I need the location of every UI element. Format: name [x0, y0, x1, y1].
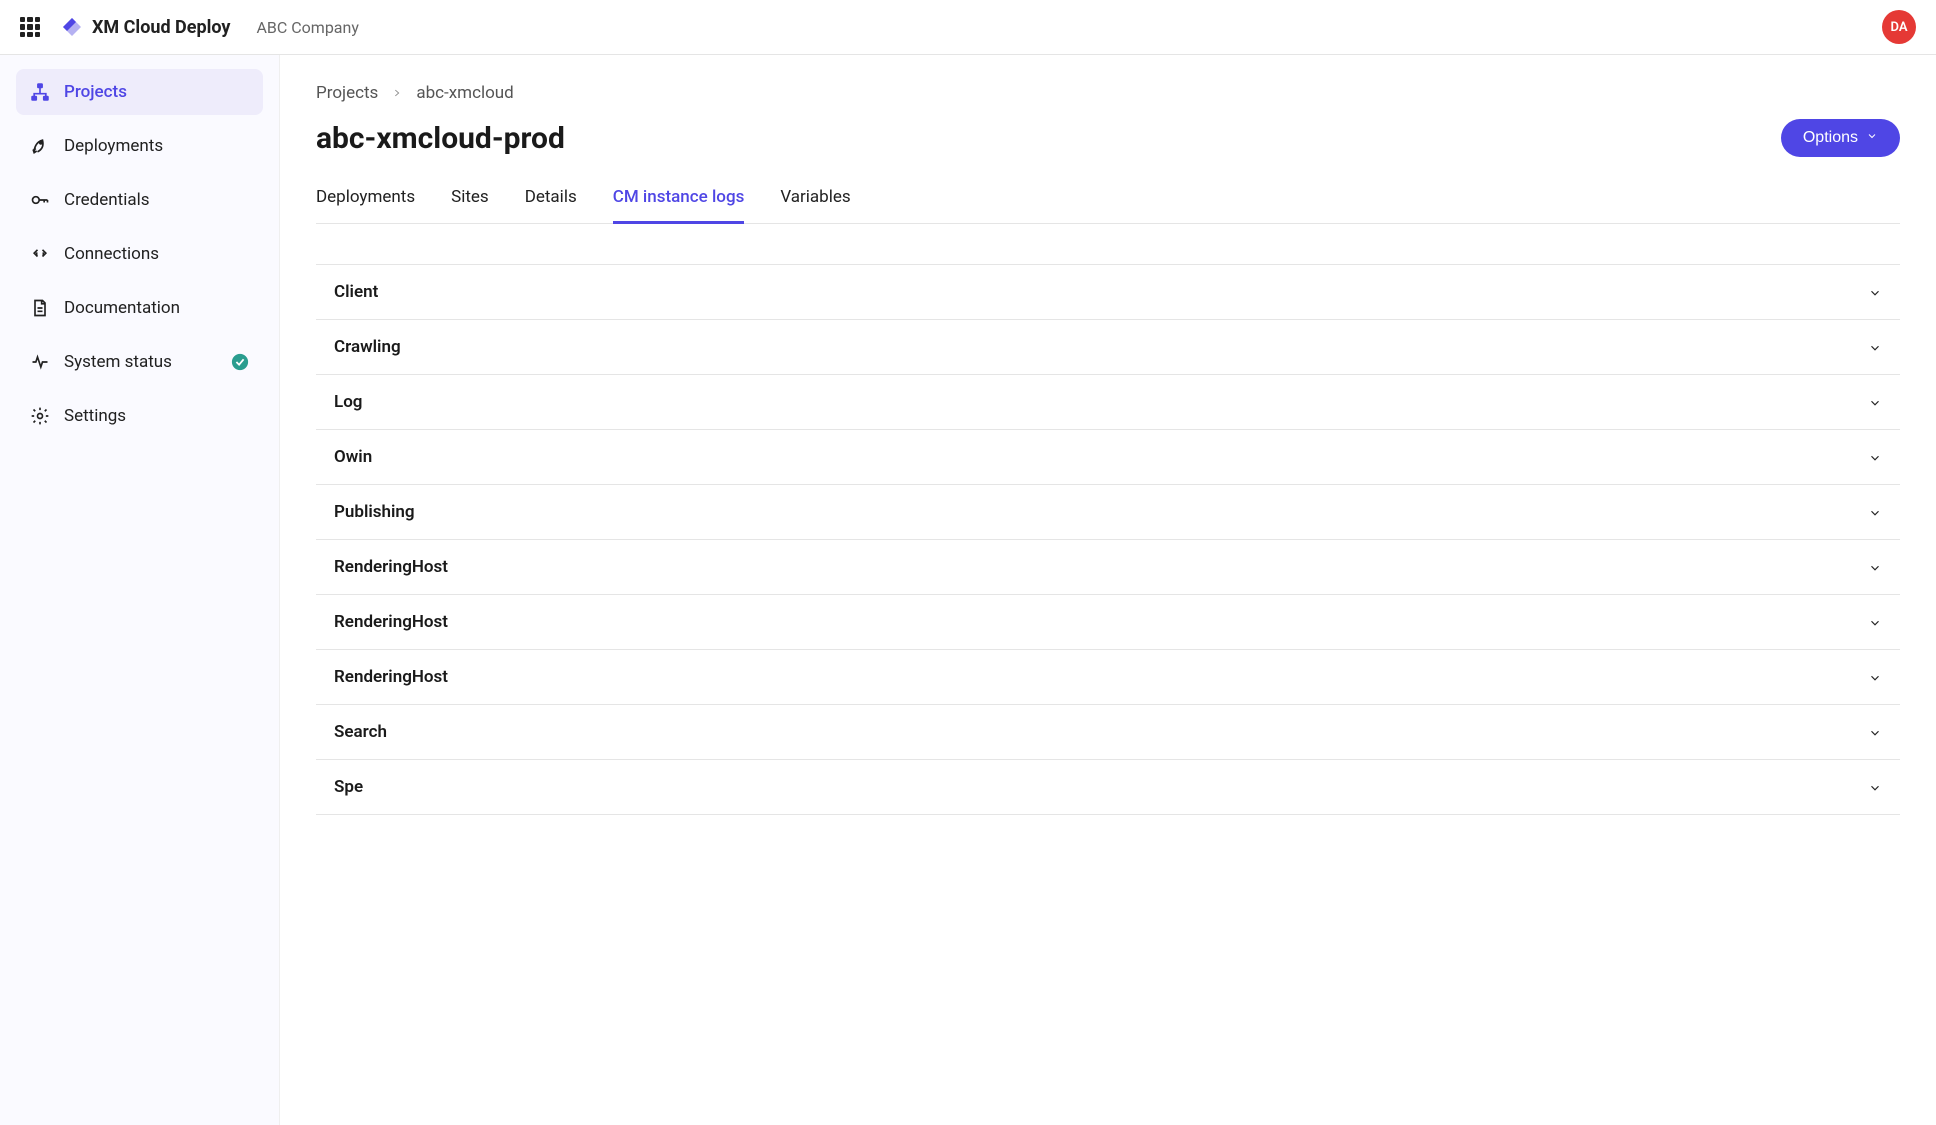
log-row-renderinghost[interactable]: RenderingHost [316, 650, 1900, 705]
chevron-down-icon [1868, 285, 1882, 299]
log-row-label: Crawling [334, 337, 401, 357]
tab-details[interactable]: Details [525, 177, 577, 224]
sidebar-item-deployments[interactable]: Deployments [16, 123, 263, 169]
options-button[interactable]: Options [1781, 119, 1900, 157]
options-button-label: Options [1803, 129, 1858, 147]
log-row-label: RenderingHost [334, 667, 448, 687]
chevron-down-icon [1868, 395, 1882, 409]
plug-icon [30, 244, 50, 264]
breadcrumb-current: abc-xmcloud [416, 83, 513, 103]
sidebar-item-label: Deployments [64, 136, 249, 156]
brand-logo-icon [60, 15, 84, 39]
sidebar-item-label: System status [64, 352, 217, 372]
tab-sites[interactable]: Sites [451, 177, 489, 224]
key-icon [30, 190, 50, 210]
log-row-renderinghost[interactable]: RenderingHost [316, 595, 1900, 650]
chevron-down-icon [1868, 560, 1882, 574]
page-title: abc-xmcloud-prod [316, 121, 565, 156]
log-row-renderinghost[interactable]: RenderingHost [316, 540, 1900, 595]
log-row-label: Owin [334, 447, 372, 467]
brand[interactable]: XM Cloud Deploy [60, 15, 230, 39]
sidebar-item-label: Documentation [64, 298, 249, 318]
log-row-log[interactable]: Log [316, 375, 1900, 430]
brand-title: XM Cloud Deploy [92, 17, 230, 38]
top-header: XM Cloud Deploy ABC Company DA [0, 0, 1936, 55]
breadcrumb-root[interactable]: Projects [316, 83, 378, 103]
log-list: Client Crawling Log Owin Publishing Rend… [316, 264, 1900, 815]
chevron-down-icon [1868, 670, 1882, 684]
main-content: Projects abc-xmcloud abc-xmcloud-prod Op… [280, 55, 1936, 1125]
header-left: XM Cloud Deploy ABC Company [20, 15, 359, 39]
log-row-label: RenderingHost [334, 557, 448, 577]
company-name[interactable]: ABC Company [256, 18, 358, 37]
sidebar-item-label: Connections [64, 244, 249, 264]
chevron-down-icon [1868, 725, 1882, 739]
sidebar-item-system-status[interactable]: System status [16, 339, 263, 385]
page-header: abc-xmcloud-prod Options [316, 119, 1900, 157]
log-row-label: Client [334, 282, 378, 302]
log-row-label: RenderingHost [334, 612, 448, 632]
log-row-label: Log [334, 392, 362, 412]
log-row-label: Spe [334, 777, 363, 797]
sidebar-item-label: Credentials [64, 190, 249, 210]
sidebar-item-documentation[interactable]: Documentation [16, 285, 263, 331]
chevron-down-icon [1868, 615, 1882, 629]
sidebar-item-projects[interactable]: Projects [16, 69, 263, 115]
tabs: Deployments Sites Details CM instance lo… [316, 177, 1900, 224]
rocket-icon [30, 136, 50, 156]
sidebar-item-label: Projects [64, 82, 249, 102]
chevron-down-icon [1868, 780, 1882, 794]
chevron-down-icon [1868, 450, 1882, 464]
log-row-crawling[interactable]: Crawling [316, 320, 1900, 375]
breadcrumb: Projects abc-xmcloud [316, 83, 1900, 103]
apps-menu-icon[interactable] [20, 17, 40, 37]
log-row-label: Publishing [334, 502, 415, 522]
status-ok-icon [231, 353, 249, 371]
sidebar-item-settings[interactable]: Settings [16, 393, 263, 439]
log-row-search[interactable]: Search [316, 705, 1900, 760]
sitemap-icon [30, 82, 50, 102]
log-row-publishing[interactable]: Publishing [316, 485, 1900, 540]
tab-variables[interactable]: Variables [780, 177, 850, 224]
chevron-down-icon [1868, 340, 1882, 354]
tab-cm-instance-logs[interactable]: CM instance logs [613, 177, 745, 224]
log-row-owin[interactable]: Owin [316, 430, 1900, 485]
gear-icon [30, 406, 50, 426]
log-row-label: Search [334, 722, 387, 742]
sidebar-item-label: Settings [64, 406, 249, 426]
log-row-spe[interactable]: Spe [316, 760, 1900, 815]
avatar[interactable]: DA [1882, 10, 1916, 44]
chevron-down-icon [1868, 505, 1882, 519]
document-icon [30, 298, 50, 318]
heartbeat-icon [30, 352, 50, 372]
sidebar: Projects Deployments Credentials [0, 55, 280, 1125]
tab-deployments[interactable]: Deployments [316, 177, 415, 224]
chevron-down-icon [1866, 129, 1878, 147]
sidebar-item-credentials[interactable]: Credentials [16, 177, 263, 223]
sidebar-item-connections[interactable]: Connections [16, 231, 263, 277]
chevron-right-icon [392, 83, 402, 103]
log-row-client[interactable]: Client [316, 265, 1900, 320]
